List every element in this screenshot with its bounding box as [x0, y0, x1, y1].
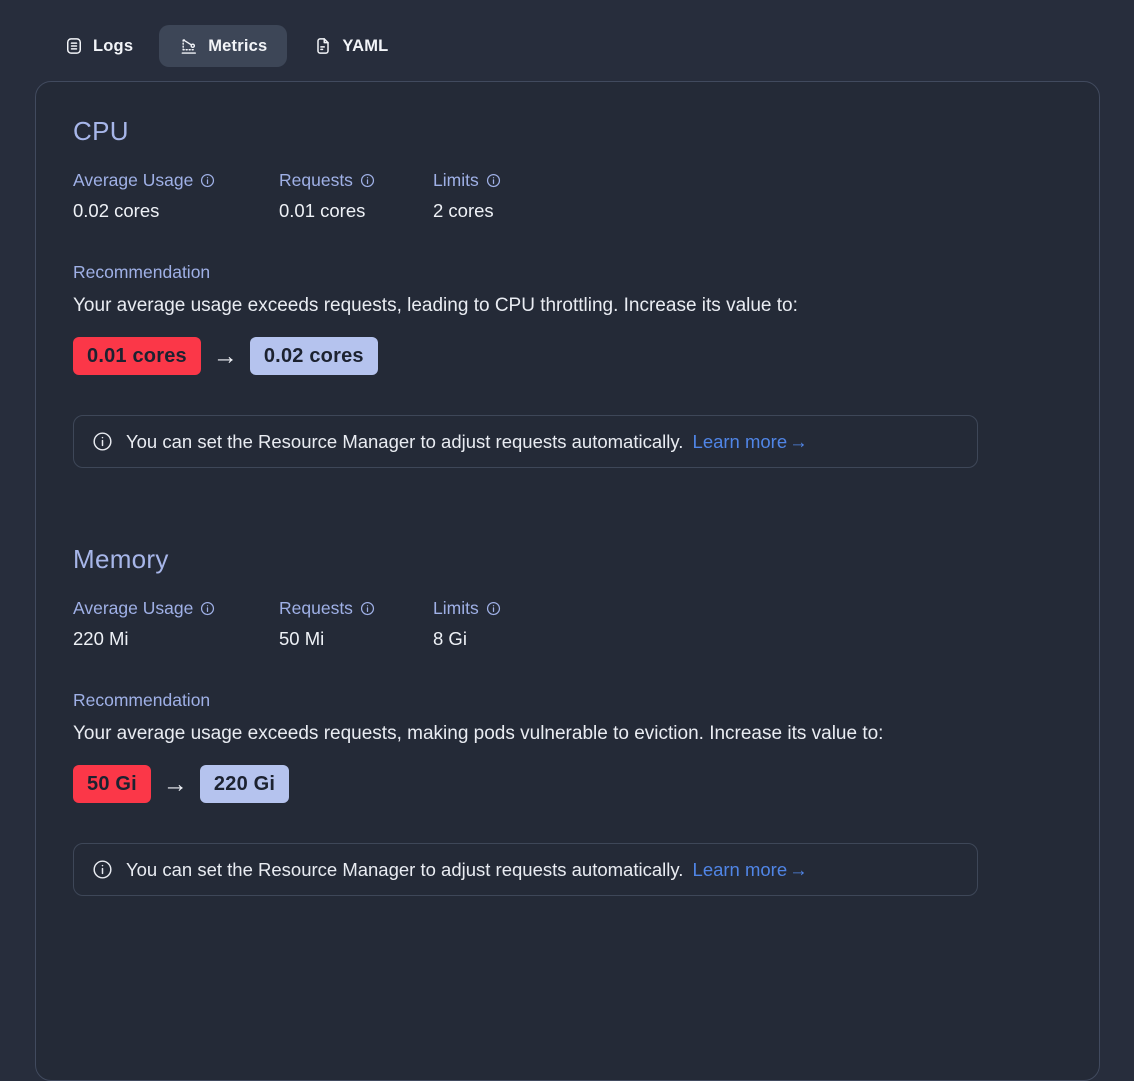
recommendation-values: 0.01 cores → 0.02 cores — [73, 337, 1062, 375]
stat-label: Limits — [433, 597, 479, 619]
metrics-panel: CPU Average Usage 0.02 cores Requests — [35, 81, 1100, 1081]
tab-metrics-label: Metrics — [208, 37, 267, 56]
info-icon[interactable] — [486, 173, 501, 188]
recommendation-text: Your average usage exceeds requests, lea… — [73, 293, 1062, 319]
stat-value: 0.02 cores — [73, 199, 279, 223]
tab-metrics[interactable]: Metrics — [159, 25, 287, 67]
metrics-icon — [179, 36, 199, 56]
section-title-cpu: CPU — [73, 116, 1062, 147]
stat-value: 2 cores — [433, 199, 501, 223]
stat-value: 0.01 cores — [279, 199, 433, 223]
arrow-right-icon: → — [163, 772, 188, 797]
tab-yaml-label: YAML — [342, 37, 388, 56]
stat-value: 50 Mi — [279, 627, 433, 651]
tab-yaml[interactable]: YAML — [299, 25, 402, 67]
suggested-value-badge: 0.02 cores — [250, 337, 378, 375]
stat-label: Requests — [279, 597, 353, 619]
stat-average-usage: Average Usage 0.02 cores — [73, 169, 279, 223]
stat-limits: Limits 2 cores — [433, 169, 501, 223]
resource-manager-note: You can set the Resource Manager to adju… — [73, 415, 978, 468]
learn-more-link[interactable]: Learn more→ — [693, 431, 808, 452]
section-memory: Memory Average Usage 220 Mi Requests — [73, 544, 1062, 896]
current-value-badge: 50 Gi — [73, 765, 151, 803]
recommendation-label: Recommendation — [73, 689, 1062, 711]
stat-average-usage: Average Usage 220 Mi — [73, 597, 279, 651]
suggested-value-badge: 220 Gi — [200, 765, 289, 803]
stat-label: Limits — [433, 169, 479, 191]
cpu-stats-row: Average Usage 0.02 cores Requests 0.01 c… — [73, 169, 1062, 223]
current-value-badge: 0.01 cores — [73, 337, 201, 375]
recommendation-label: Recommendation — [73, 261, 1062, 283]
detail-tabbar: Logs Metrics YAML — [50, 25, 402, 67]
yaml-icon — [313, 36, 333, 56]
section-cpu: CPU Average Usage 0.02 cores Requests — [73, 116, 1062, 468]
arrow-right-icon: → — [213, 344, 238, 369]
info-icon[interactable] — [486, 601, 501, 616]
note-text: You can set the Resource Manager to adju… — [126, 429, 808, 454]
tab-logs[interactable]: Logs — [50, 25, 147, 67]
tab-logs-label: Logs — [93, 37, 133, 56]
learn-more-link[interactable]: Learn more→ — [693, 859, 808, 880]
arrow-right-icon: → — [789, 431, 808, 452]
logs-icon — [64, 36, 84, 56]
recommendation-values: 50 Gi → 220 Gi — [73, 765, 1062, 803]
stat-requests: Requests 50 Mi — [279, 597, 433, 651]
info-icon[interactable] — [200, 601, 215, 616]
info-circle-icon — [92, 431, 113, 452]
info-icon[interactable] — [360, 173, 375, 188]
resource-manager-note: You can set the Resource Manager to adju… — [73, 843, 978, 896]
stat-value: 220 Mi — [73, 627, 279, 651]
stat-label: Average Usage — [73, 169, 193, 191]
info-icon[interactable] — [360, 601, 375, 616]
info-icon[interactable] — [200, 173, 215, 188]
section-title-memory: Memory — [73, 544, 1062, 575]
stat-label: Average Usage — [73, 597, 193, 619]
stat-label: Requests — [279, 169, 353, 191]
stat-requests: Requests 0.01 cores — [279, 169, 433, 223]
note-text: You can set the Resource Manager to adju… — [126, 857, 808, 882]
info-circle-icon — [92, 859, 113, 880]
stat-value: 8 Gi — [433, 627, 501, 651]
memory-stats-row: Average Usage 220 Mi Requests 50 Mi — [73, 597, 1062, 651]
stat-limits: Limits 8 Gi — [433, 597, 501, 651]
recommendation-text: Your average usage exceeds requests, mak… — [73, 721, 1062, 747]
arrow-right-icon: → — [789, 859, 808, 880]
